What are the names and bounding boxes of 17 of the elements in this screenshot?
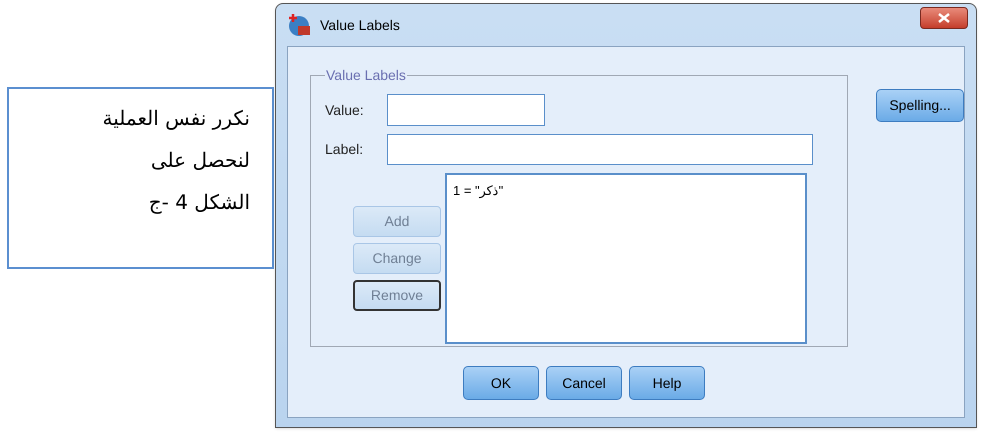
note-text: لنحصل على [150,147,250,174]
window-title: Value Labels [320,16,400,34]
list-item[interactable]: 1 = "ذكر" [453,181,799,200]
close-icon [938,13,950,23]
close-button[interactable] [920,7,968,29]
spelling-button[interactable]: Spelling... [876,89,964,122]
value-field[interactable] [387,94,545,126]
dialog-button[interactable]: OK [463,366,539,400]
dialog-button[interactable]: Help [629,366,705,400]
field-label: Label: [325,140,364,159]
note-text: نكرر نفس العملية [102,105,250,132]
app-icon [286,13,312,37]
field-label: Value: [325,100,365,120]
dialog-button[interactable]: Cancel [546,366,622,400]
label-field[interactable] [387,134,813,165]
note-text: الشكل 4 -ج [148,189,250,216]
group-title: Value Labels [325,66,407,85]
